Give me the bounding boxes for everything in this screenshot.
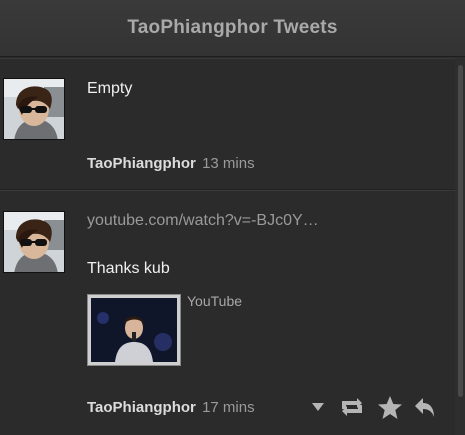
tweet-meta: TaoPhiangphor 13 mins	[87, 155, 255, 172]
chevron-down-icon[interactable]	[306, 394, 330, 420]
avatar[interactable]	[3, 211, 65, 273]
tweet-meta: TaoPhiangphor 17 mins	[87, 399, 255, 416]
media-source-label[interactable]: YouTube	[187, 293, 242, 309]
panel-header: TaoPhiangphor Tweets	[0, 0, 465, 57]
tweet-timestamp[interactable]: 17 mins	[202, 399, 255, 416]
tweet-actions	[306, 394, 442, 420]
tweet-text: Thanks kub	[87, 260, 170, 277]
scrollbar[interactable]	[455, 57, 465, 435]
reply-icon[interactable]	[408, 394, 442, 420]
scrollbar-thumb[interactable]	[458, 65, 463, 397]
tweet-text: Empty	[87, 80, 133, 97]
media-thumbnail[interactable]	[87, 294, 181, 366]
avatar[interactable]	[3, 78, 65, 140]
panel-title: TaoPhiangphor Tweets	[127, 17, 338, 38]
tweet-item[interactable]: youtube.com/watch?v=-BJc0Y… Thanks kub Y…	[0, 190, 455, 435]
tweet-item[interactable]: Empty TaoPhiangphor 13 mins	[0, 58, 455, 190]
star-icon[interactable]	[372, 394, 408, 420]
tweet-author[interactable]: TaoPhiangphor	[87, 155, 196, 172]
retweet-icon[interactable]	[334, 394, 370, 420]
tweet-link[interactable]: youtube.com/watch?v=-BJc0Y…	[87, 212, 319, 230]
tweet-author[interactable]: TaoPhiangphor	[87, 399, 196, 416]
tweet-timestamp[interactable]: 13 mins	[202, 155, 255, 172]
